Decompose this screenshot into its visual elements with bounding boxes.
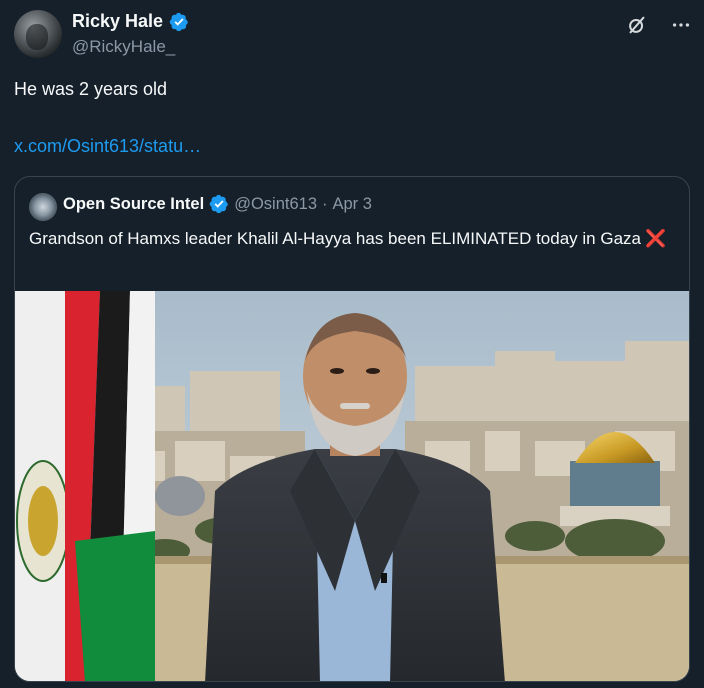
tweet-actions — [626, 14, 692, 36]
quoted-media-image[interactable] — [15, 291, 689, 681]
more-options-icon[interactable] — [670, 14, 692, 36]
quoted-separator: · — [322, 194, 328, 213]
tweet-text: He was 2 years old — [14, 79, 168, 99]
quoted-date[interactable]: Apr 3 — [333, 195, 372, 214]
author-avatar[interactable] — [14, 10, 62, 58]
grok-icon[interactable] — [626, 14, 648, 36]
quoted-text: Grandson of Hamxs leader Khalil Al-Hayya… — [29, 227, 669, 251]
quoted-author-avatar[interactable] — [29, 193, 57, 221]
quoted-display-name[interactable]: Open Source Intel — [63, 195, 204, 214]
quoted-header: Open Source Intel @Osint613 · Apr 3 — [63, 194, 372, 214]
author-display-name[interactable]: Ricky Hale — [72, 11, 163, 32]
tweet-link[interactable]: x.com/Osint613/statu… — [14, 136, 201, 157]
cross-mark-icon: ❌ — [644, 229, 667, 248]
author-handle[interactable]: @RickyHale_ — [72, 37, 175, 57]
quoted-text-body: Grandson of Hamxs leader Khalil Al-Hayya… — [29, 229, 641, 248]
author-name-row: Ricky Hale — [72, 11, 189, 32]
quoted-tweet[interactable]: Open Source Intel @Osint613 · Apr 3 Gran… — [14, 176, 690, 682]
verified-badge-icon — [169, 12, 189, 32]
quoted-handle[interactable]: @Osint613 — [234, 195, 317, 214]
quoted-verified-badge-icon — [209, 194, 229, 214]
